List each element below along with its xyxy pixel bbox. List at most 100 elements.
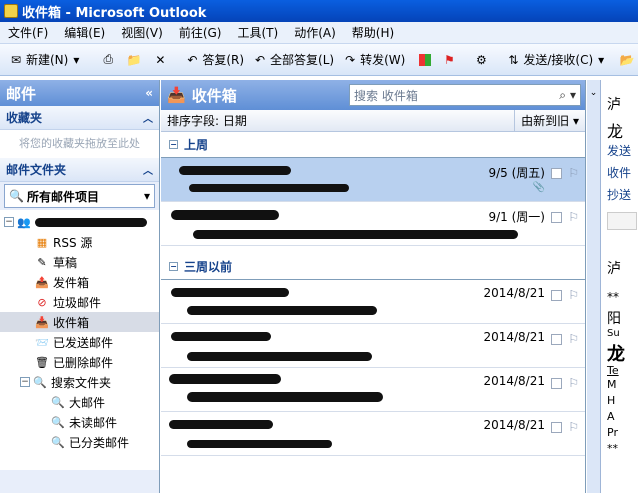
folder-search-folders[interactable]: − 🔍 搜索文件夹 — [0, 372, 159, 392]
message-row[interactable]: 2014/8/21 ⚐ — [161, 412, 585, 456]
envelope-icon — [607, 212, 637, 230]
search-icon[interactable]: ⌕ — [559, 88, 566, 103]
reading-pane-text: 龙 — [607, 122, 624, 141]
rss-icon: ▦ — [36, 235, 48, 249]
menu-go[interactable]: 前往(G) — [171, 22, 230, 44]
collapse-section-icon[interactable]: ︿ — [143, 162, 153, 177]
reading-pane-text[interactable]: 发送 — [607, 142, 631, 159]
redacted-sender — [169, 420, 273, 429]
collapse-toggle-icon[interactable]: − — [4, 217, 14, 227]
reading-pane-text: 阳 — [607, 311, 621, 327]
category-box[interactable] — [551, 378, 562, 389]
delete-icon: ✕ — [155, 52, 166, 67]
message-date: 9/1 (周一) — [488, 210, 546, 224]
chevron-down-icon[interactable]: ⌄ — [587, 88, 600, 98]
chevron-down-icon: ▾ — [572, 113, 579, 128]
message-date: 2014/8/21 — [483, 418, 545, 432]
print-button[interactable]: ⎙ — [96, 48, 122, 72]
nav-header: 邮件 « — [0, 80, 159, 106]
sort-order[interactable]: 由新到旧 ▾ — [514, 109, 579, 132]
rules-button[interactable]: ⚙ — [469, 48, 495, 72]
chevron-down-icon[interactable]: ▾ — [68, 52, 84, 68]
menu-help[interactable]: 帮助(H) — [344, 22, 402, 44]
menu-bar: 文件(F) 编辑(E) 视图(V) 前往(G) 工具(T) 动作(A) 帮助(H… — [0, 22, 638, 44]
reading-pane-text: Pr — [607, 426, 618, 439]
flag-icon[interactable]: ⚐ — [568, 210, 579, 224]
message-row[interactable]: 2014/8/21 ⚐ — [161, 280, 585, 324]
follow-up-button[interactable]: ⚑ — [437, 48, 463, 72]
address-book-button[interactable]: 📂 — [615, 48, 638, 72]
chevron-down-icon[interactable]: ▾ — [570, 88, 576, 102]
reading-pane-text[interactable]: 收件 — [607, 164, 631, 181]
search-folder-unread-mail[interactable]: 🔍 未读邮件 — [0, 412, 159, 432]
forward-button[interactable]: ↷ 转发(W) — [338, 48, 409, 72]
send-receive-icon: ⇅ — [508, 52, 519, 67]
message-row[interactable]: 9/1 (周一) ⚐ — [161, 202, 585, 246]
search-input[interactable]: 搜索 收件箱 ⌕ ▾ — [349, 84, 581, 106]
folder-open-icon: 📂 — [619, 52, 635, 67]
mailbox-root[interactable]: − 👥 — [0, 212, 159, 232]
sort-bar: 排序字段: 日期 由新到旧 ▾ — [161, 109, 585, 132]
folder-rss[interactable]: ▦ RSS 源 — [0, 232, 159, 252]
collapse-toggle-icon[interactable]: − — [20, 377, 30, 387]
message-row[interactable]: 2014/8/21 ⚐ — [161, 368, 585, 412]
flag-icon[interactable]: ⚐ — [568, 288, 579, 302]
categorize-icon — [419, 53, 432, 66]
flag-icon[interactable]: ⚐ — [568, 420, 579, 434]
redacted-account-name — [35, 217, 147, 227]
collapse-toggle-icon[interactable]: − — [169, 262, 178, 271]
message-date: 9/5 (周五) — [488, 166, 546, 180]
message-row[interactable]: 9/5 (周五) 📎 ⚐ — [161, 158, 585, 202]
new-button[interactable]: ✉ 新建(N) ▾ — [4, 48, 90, 72]
menu-file[interactable]: 文件(F) — [0, 22, 56, 44]
send-receive-button[interactable]: ⇅ 发送/接收(C) ▾ — [501, 48, 615, 72]
collapse-pane-icon[interactable]: « — [145, 86, 153, 100]
collapse-section-icon[interactable]: ︿ — [143, 110, 153, 125]
search-folder-icon: 🔍 — [51, 435, 65, 449]
menu-view[interactable]: 视图(V) — [113, 22, 171, 44]
sort-field[interactable]: 排序字段: 日期 — [167, 112, 247, 129]
chevron-down-icon[interactable]: ▾ — [593, 52, 609, 68]
flag-icon[interactable]: ⚐ — [568, 376, 579, 390]
reply-all-button[interactable]: ↶ 全部答复(L) — [248, 48, 338, 72]
folder-drafts[interactable]: ✎ 草稿 — [0, 252, 159, 272]
all-mail-items-dropdown[interactable]: 🔍 所有邮件项目 ▾ — [4, 184, 155, 208]
reading-pane-text: 泸 — [607, 261, 621, 277]
search-folder-categorized-mail[interactable]: 🔍 已分类邮件 — [0, 432, 159, 452]
folder-inbox[interactable]: 📥 收件箱 — [0, 312, 159, 332]
move-to-folder-button[interactable]: 📁 — [122, 48, 148, 72]
category-box[interactable] — [551, 212, 562, 223]
folder-outbox[interactable]: 📤 发件箱 — [0, 272, 159, 292]
category-box[interactable] — [551, 334, 562, 345]
menu-actions[interactable]: 动作(A) — [286, 22, 344, 44]
search-folder-large-mail[interactable]: 🔍 大邮件 — [0, 392, 159, 412]
favorites-header[interactable]: 收藏夹 ︿ — [0, 106, 159, 130]
reply-button[interactable]: ↶ 答复(R) — [180, 48, 248, 72]
folder-sent[interactable]: 📨 已发送邮件 — [0, 332, 159, 352]
folder-junk[interactable]: ⊘ 垃圾邮件 — [0, 292, 159, 312]
categorize-button[interactable] — [415, 48, 437, 72]
reading-pane-text[interactable]: 抄送 — [607, 186, 631, 203]
folder-tree: − 👥 ▦ RSS 源 ✎ 草稿 📤 发件箱 ⊘ 垃圾邮件 📥 收件箱 📨 已发… — [0, 210, 159, 470]
group-header-last-week[interactable]: − 上周 — [161, 132, 585, 158]
category-box[interactable] — [551, 290, 562, 301]
reading-pane-text: 龙 — [607, 344, 625, 365]
delete-button[interactable]: ✕ — [148, 48, 174, 72]
reading-pane-text: ** — [607, 290, 619, 304]
flag-icon[interactable]: ⚐ — [568, 166, 579, 180]
mail-folders-header[interactable]: 邮件文件夹 ︿ — [0, 158, 159, 182]
category-box[interactable] — [551, 422, 562, 433]
menu-edit[interactable]: 编辑(E) — [56, 22, 113, 44]
flag-icon[interactable]: ⚐ — [568, 332, 579, 346]
chevron-down-icon: ▾ — [143, 189, 150, 203]
group-header-three-weeks-ago[interactable]: − 三周以前 — [161, 254, 585, 280]
message-row[interactable]: 2014/8/21 ⚐ — [161, 324, 585, 368]
reading-pane-text: M — [607, 378, 617, 391]
collapse-toggle-icon[interactable]: − — [169, 140, 178, 149]
folder-deleted[interactable]: 🗑 已删除邮件 — [0, 352, 159, 372]
category-box[interactable] — [551, 168, 562, 179]
redacted-sender — [179, 166, 291, 175]
all-mail-icon: 🔍 — [9, 189, 24, 203]
menu-tools[interactable]: 工具(T) — [229, 22, 286, 44]
reading-pane-text: A — [607, 410, 615, 423]
